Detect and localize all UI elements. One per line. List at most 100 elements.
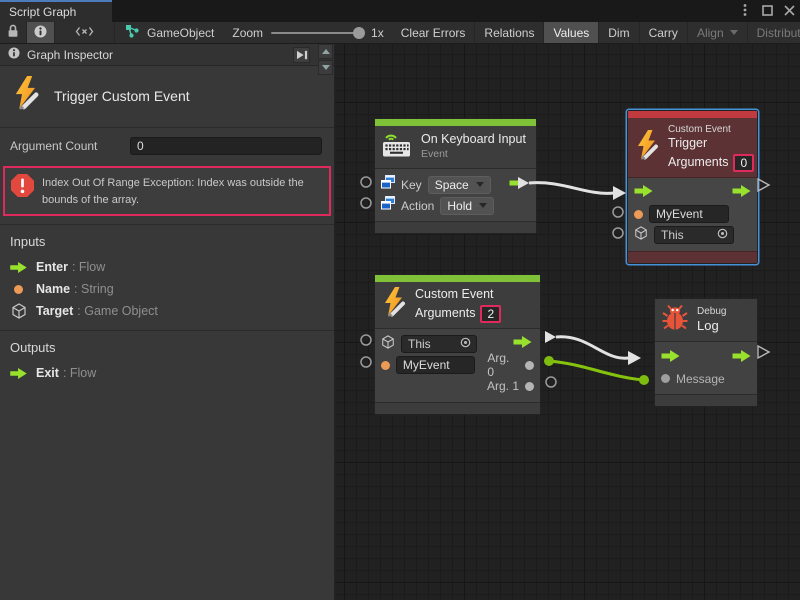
port-name: Enter xyxy=(36,260,68,274)
node-trigger-custom-event[interactable]: Custom Event Trigger Arguments 0 xyxy=(627,110,758,264)
arg1-output-port[interactable] xyxy=(525,382,534,391)
target-select[interactable]: This xyxy=(654,226,734,244)
chevron-down-icon xyxy=(479,203,487,208)
carry-label: Carry xyxy=(649,26,678,40)
node-category: Custom Event xyxy=(668,123,754,136)
node-header: Custom Event Arguments 2 xyxy=(375,282,540,329)
node-title: On Keyboard Input xyxy=(421,132,526,148)
event-name-row: MyEvent xyxy=(634,204,751,225)
flow-row xyxy=(661,347,751,368)
values-label: Values xyxy=(553,26,589,40)
arguments-value-badge[interactable]: 0 xyxy=(733,154,754,172)
node-on-keyboard-input[interactable]: On Keyboard Input Event Key Space xyxy=(374,118,537,234)
port-arg1-out[interactable] xyxy=(546,377,556,387)
toolbar: GameObject Zoom 1x Clear Errors Relation… xyxy=(0,22,800,44)
port-receiver-target[interactable] xyxy=(361,335,371,345)
action-dropdown[interactable]: Hold xyxy=(440,197,494,215)
error-octagon-icon xyxy=(11,174,34,202)
node-category: Debug xyxy=(697,305,726,318)
triangle-down-icon xyxy=(322,65,330,70)
port-key[interactable] xyxy=(361,177,371,187)
key-dropdown[interactable]: Space xyxy=(428,176,491,194)
flow-input-port[interactable] xyxy=(634,184,653,202)
action-row: Action Hold xyxy=(381,195,530,216)
target-picker-icon[interactable] xyxy=(460,337,471,351)
arguments-label: Arguments xyxy=(415,306,475,322)
carry-button[interactable]: Carry xyxy=(640,22,688,43)
port-trigger-target[interactable] xyxy=(613,228,623,238)
flow-output-port[interactable] xyxy=(509,176,528,194)
action-value: Hold xyxy=(447,199,472,213)
message-row: Message xyxy=(661,368,751,389)
port-action[interactable] xyxy=(361,198,371,208)
gameobject-group[interactable]: GameObject xyxy=(115,22,224,43)
node-header: On Keyboard Input Event xyxy=(375,126,536,169)
node-footer xyxy=(375,402,540,414)
port-name: Name xyxy=(36,282,70,296)
node-debug-log[interactable]: Debug Log Message xyxy=(654,298,758,407)
graph-canvas[interactable]: On Keyboard Input Event Key Space xyxy=(335,44,800,600)
node-colorbar xyxy=(375,119,536,126)
scroll-down-button[interactable] xyxy=(318,60,333,75)
tab-script-graph[interactable]: Script Graph xyxy=(0,0,112,22)
arguments-value-badge[interactable]: 2 xyxy=(480,305,501,323)
node-header: Custom Event Trigger Arguments 0 xyxy=(628,118,757,178)
port-trigger-name[interactable] xyxy=(613,207,623,217)
output-row-exit: Exit: Flow xyxy=(0,362,334,384)
window-controls xyxy=(738,3,796,17)
unit-header: Trigger Custom Event xyxy=(0,66,334,128)
dock-panel-button[interactable] xyxy=(293,47,310,63)
node-colorbar-error xyxy=(628,111,757,118)
info-icon xyxy=(8,47,20,62)
target-select[interactable]: This xyxy=(401,335,477,353)
key-row: Key Space xyxy=(381,174,530,195)
connection-receiver-to-debug[interactable] xyxy=(545,331,641,365)
arg0-output-port[interactable] xyxy=(525,361,534,370)
menu-dots-icon[interactable] xyxy=(738,3,752,17)
relations-button[interactable]: Relations xyxy=(475,22,544,43)
zoom-slider[interactable] xyxy=(271,32,363,34)
dim-button[interactable]: Dim xyxy=(599,22,639,43)
node-body: This MyEvent Arg. 0 xyxy=(375,329,540,402)
node-title: Custom Event xyxy=(415,287,501,303)
event-name-field[interactable]: MyEvent xyxy=(396,356,475,374)
event-name-field[interactable]: MyEvent xyxy=(649,205,729,223)
graph-inspector-title: Graph Inspector xyxy=(27,48,113,62)
zoom-slider-thumb[interactable] xyxy=(353,27,365,39)
clear-errors-button[interactable]: Clear Errors xyxy=(392,22,476,43)
argument-count-input[interactable]: 0 xyxy=(130,137,322,155)
action-label: Action xyxy=(401,199,434,213)
bug-icon xyxy=(662,304,688,336)
maximize-icon[interactable] xyxy=(760,3,774,17)
node-header: Debug Log xyxy=(655,299,757,342)
unity-script-graph-window: Script Graph xyxy=(0,0,800,600)
graph-inspector-panel: Graph Inspector Trigger Custom Event Arg… xyxy=(0,44,335,600)
align-dropdown[interactable]: Align xyxy=(688,22,748,43)
node-title: Trigger xyxy=(668,136,754,152)
values-button[interactable]: Values xyxy=(544,22,599,43)
inspector-toggle-button[interactable] xyxy=(27,22,55,43)
flow-input-port[interactable] xyxy=(661,349,680,367)
flow-output-port[interactable] xyxy=(732,184,751,202)
lock-button[interactable] xyxy=(0,22,27,43)
csharp-preview-button[interactable] xyxy=(55,22,115,43)
close-icon[interactable] xyxy=(782,3,796,17)
tab-title: Script Graph xyxy=(9,5,76,19)
target-picker-icon[interactable] xyxy=(717,228,728,242)
distribute-label: Distribute xyxy=(757,26,800,40)
target-row: This xyxy=(634,225,751,246)
port-receiver-name[interactable] xyxy=(361,357,371,367)
scroll-up-button[interactable] xyxy=(318,44,333,59)
zoom-group: Zoom 1x xyxy=(224,22,391,43)
port-type: : Game Object xyxy=(77,304,158,318)
input-row-target: Target: Game Object xyxy=(0,300,334,322)
node-custom-event[interactable]: Custom Event Arguments 2 This xyxy=(374,274,541,415)
connection-arg0-to-message[interactable] xyxy=(544,356,649,385)
message-input-port[interactable] xyxy=(661,374,670,383)
argument-count-row: Argument Count 0 xyxy=(0,128,334,164)
triangle-up-icon xyxy=(322,49,330,54)
graph-icon xyxy=(125,24,141,41)
flow-output-port[interactable] xyxy=(732,349,751,367)
string-port-icon xyxy=(10,285,27,294)
distribute-dropdown[interactable]: Distribute xyxy=(748,22,800,43)
